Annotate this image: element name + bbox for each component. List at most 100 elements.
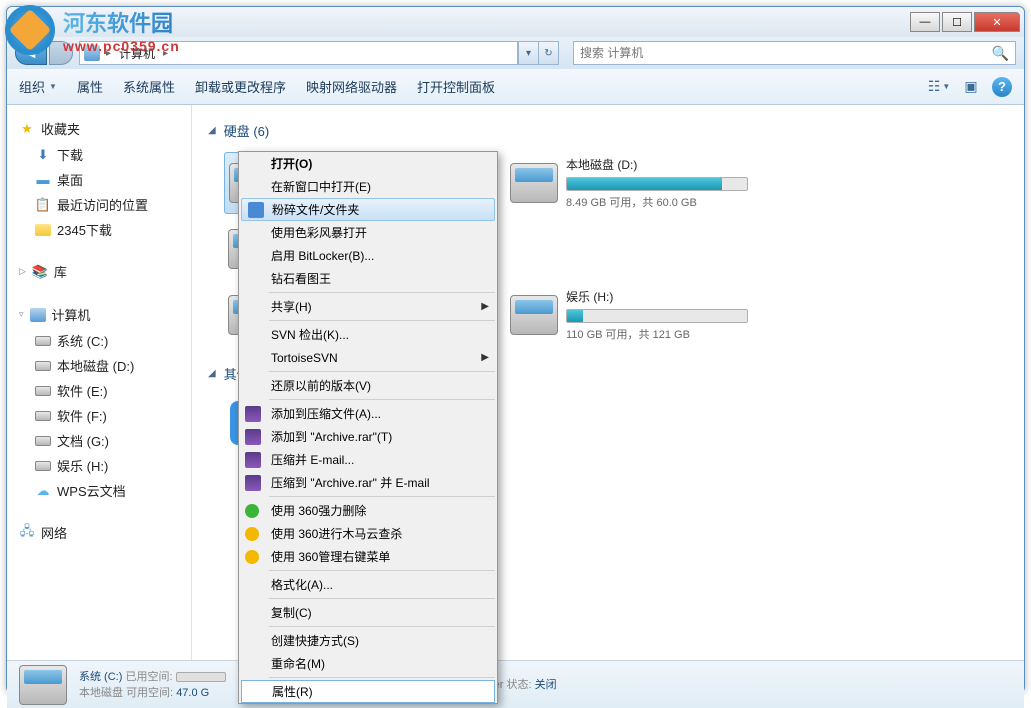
drive-icon: [510, 163, 558, 203]
menu-item-label: 添加到 "Archive.rar"(T): [271, 428, 392, 445]
drive-icon: [510, 295, 558, 335]
folder-icon: [35, 222, 51, 238]
context-menu-item[interactable]: 格式化(A)...: [239, 573, 497, 596]
menu-item-label: 创建快捷方式(S): [271, 632, 359, 649]
submenu-arrow-icon: ▶: [481, 301, 489, 312]
context-menu-item[interactable]: 还原以前的版本(V): [239, 374, 497, 397]
sidebar-item-desktop[interactable]: ▬桌面: [7, 167, 191, 192]
drive-usage-bar: [566, 177, 748, 191]
library-icon: 📚: [32, 264, 48, 280]
watermark-title: 河东软件园: [63, 6, 180, 38]
context-menu-item[interactable]: 使用 360管理右键菜单: [239, 545, 497, 568]
sidebar-item-recent[interactable]: 📋最近访问的位置: [7, 192, 191, 217]
used-space-bar: [176, 672, 226, 682]
sidebar-libraries-header[interactable]: ▷📚库: [7, 258, 191, 285]
context-menu-item[interactable]: 压缩到 "Archive.rar" 并 E-mail: [239, 471, 497, 494]
preview-pane-icon[interactable]: ▣: [960, 78, 982, 96]
menu-item-icon: [245, 475, 261, 491]
sidebar-favorites-header[interactable]: ★收藏夹: [7, 115, 191, 142]
context-menu-item[interactable]: 钻石看图王: [239, 267, 497, 290]
context-menu-item[interactable]: 粉碎文件/文件夹: [241, 198, 495, 221]
search-input[interactable]: [580, 46, 992, 60]
drive-icon: [35, 458, 51, 474]
menu-item-icon: [245, 452, 261, 468]
context-menu-item[interactable]: TortoiseSVN▶: [239, 346, 497, 369]
address-dropdown-button[interactable]: ▾: [518, 42, 538, 64]
menu-item-label: 复制(C): [271, 604, 312, 621]
menu-item-label: 重命名(M): [271, 655, 325, 672]
context-menu-item[interactable]: SVN 检出(K)...: [239, 323, 497, 346]
menu-item-label: SVN 检出(K)...: [271, 326, 349, 343]
computer-icon: [30, 307, 46, 323]
status-type: 本地磁盘: [79, 687, 123, 699]
status-free-label: 可用空间:: [126, 687, 173, 699]
context-menu-item[interactable]: 在新窗口中打开(E): [239, 175, 497, 198]
sidebar-item-drive-f[interactable]: 软件 (F:): [7, 403, 191, 428]
sidebar-network-header[interactable]: 🖧网络: [7, 519, 191, 546]
context-menu-item[interactable]: 属性(R): [241, 680, 495, 703]
menu-item-label: 压缩并 E-mail...: [271, 451, 354, 468]
drive-space-text: 110 GB 可用，共 121 GB: [566, 326, 748, 342]
explorer-window: — ☐ ✕ ◄ ▸ 计算机 ▸ ▾ ↻ 🔍 组织▼ 属性 系统属性 卸载或更改程…: [6, 6, 1025, 693]
menu-item-icon: [245, 406, 261, 422]
system-properties-button[interactable]: 系统属性: [123, 77, 175, 96]
recent-icon: 📋: [35, 197, 51, 213]
view-options-icon[interactable]: ☷▼: [928, 78, 950, 96]
chevron-down-icon: ◢: [208, 125, 216, 136]
context-menu-item[interactable]: 复制(C): [239, 601, 497, 624]
cloud-icon: ☁: [35, 483, 51, 499]
context-menu-item[interactable]: 添加到 "Archive.rar"(T): [239, 425, 497, 448]
sidebar-item-drive-e[interactable]: 软件 (E:): [7, 378, 191, 403]
context-menu-item[interactable]: 启用 BitLocker(B)...: [239, 244, 497, 267]
sidebar-item-2345[interactable]: 2345下载: [7, 217, 191, 242]
sidebar-item-wps-cloud[interactable]: ☁WPS云文档: [7, 478, 191, 503]
uninstall-button[interactable]: 卸载或更改程序: [195, 77, 286, 96]
submenu-arrow-icon: ▶: [481, 352, 489, 363]
drives-section-header[interactable]: ◢硬盘 (6): [208, 115, 1008, 146]
help-icon[interactable]: ?: [992, 77, 1012, 97]
menu-item-label: 钻石看图王: [271, 270, 331, 287]
sidebar-item-drive-d[interactable]: 本地磁盘 (D:): [7, 353, 191, 378]
context-menu-item[interactable]: 使用 360进行木马云查杀: [239, 522, 497, 545]
maximize-button[interactable]: ☐: [942, 12, 972, 32]
sidebar-computer-header[interactable]: ▿计算机: [7, 301, 191, 328]
download-icon: ⬇: [35, 147, 51, 163]
drive-item[interactable]: 本地磁盘 (D:) 8.49 GB 可用，共 60.0 GB: [506, 152, 752, 214]
context-menu-item[interactable]: 重命名(M): [239, 652, 497, 675]
context-menu-item[interactable]: 创建快捷方式(S): [239, 629, 497, 652]
menu-item-label: 使用 360强力删除: [271, 502, 366, 519]
map-drive-button[interactable]: 映射网络驱动器: [306, 77, 397, 96]
context-menu-item[interactable]: 打开(O): [239, 152, 497, 175]
search-box[interactable]: 🔍: [573, 41, 1016, 65]
status-drive-name: 系统 (C:): [79, 671, 122, 683]
context-menu-item[interactable]: 添加到压缩文件(A)...: [239, 402, 497, 425]
menu-item-label: 还原以前的版本(V): [271, 377, 371, 394]
context-menu-item[interactable]: 使用 360强力删除: [239, 499, 497, 522]
watermark-overlay: 河东软件园 www.pc0359.cn: [5, 5, 180, 55]
sidebar-item-downloads[interactable]: ⬇下载: [7, 142, 191, 167]
menu-item-label: 使用 360进行木马云查杀: [271, 525, 402, 542]
navigation-sidebar: ★收藏夹 ⬇下载 ▬桌面 📋最近访问的位置 2345下载 ▷📚库 ▿计算机 系统…: [7, 105, 192, 660]
drive-icon: [35, 333, 51, 349]
sidebar-item-drive-c[interactable]: 系统 (C:): [7, 328, 191, 353]
network-icon: 🖧: [19, 525, 35, 541]
context-menu-item[interactable]: 压缩并 E-mail...: [239, 448, 497, 471]
context-menu-item[interactable]: 使用色彩风暴打开: [239, 221, 497, 244]
search-icon[interactable]: 🔍: [992, 45, 1009, 62]
control-panel-button[interactable]: 打开控制面板: [417, 77, 495, 96]
drive-item[interactable]: 娱乐 (H:) 110 GB 可用，共 121 GB: [506, 284, 752, 346]
menu-item-icon: [245, 350, 261, 366]
caret-down-icon: ▿: [19, 309, 24, 320]
menu-item-icon: [245, 225, 261, 241]
sidebar-item-drive-g[interactable]: 文档 (G:): [7, 428, 191, 453]
drive-icon: [35, 383, 51, 399]
sidebar-item-drive-h[interactable]: 娱乐 (H:): [7, 453, 191, 478]
menu-item-label: 打开(O): [271, 155, 312, 172]
close-button[interactable]: ✕: [974, 12, 1020, 32]
menu-item-label: 粉碎文件/文件夹: [272, 201, 359, 218]
refresh-button[interactable]: ↻: [538, 42, 558, 64]
organize-menu[interactable]: 组织▼: [19, 77, 57, 96]
context-menu-item[interactable]: 共享(H)▶: [239, 295, 497, 318]
properties-button[interactable]: 属性: [77, 77, 103, 96]
minimize-button[interactable]: —: [910, 12, 940, 32]
